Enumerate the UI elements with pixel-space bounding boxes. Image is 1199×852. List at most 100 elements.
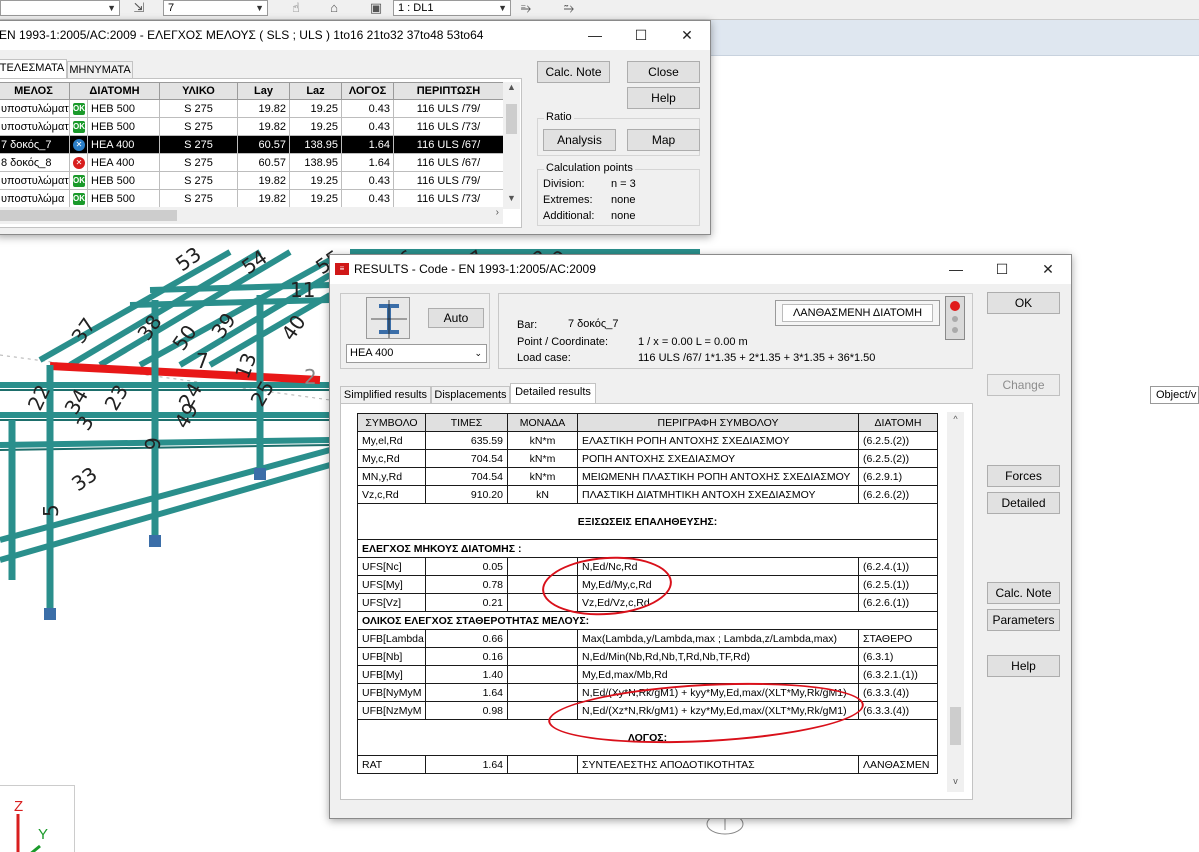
scroll-down-icon[interactable]: ▼ xyxy=(503,193,520,203)
members-vertical-scrollbar[interactable]: ▲ ▼ xyxy=(503,82,520,209)
tab-messages[interactable]: ΜΗΝΥΜΑΤΑ xyxy=(67,61,133,79)
point-value: 1 / x = 0.00 L = 0.00 m xyxy=(638,336,748,348)
load-display-icon[interactable]: ⥱ xyxy=(515,0,537,17)
load-display-2-icon[interactable]: ⥲ xyxy=(558,0,580,17)
results-vertical-scrollbar[interactable]: ^ v xyxy=(947,412,964,792)
scroll-up-icon[interactable]: ^ xyxy=(947,414,964,424)
value-cell: 0.21 xyxy=(425,593,508,612)
member-row[interactable]: 7 δοκός_7 ✕ HEA 400 S 275 60.57 138.95 1.64 116… xyxy=(0,135,504,154)
tab-detailed-results[interactable]: Detailed results xyxy=(510,383,596,403)
close-icon[interactable]: ✕ xyxy=(1025,255,1071,284)
help-button[interactable]: Help xyxy=(987,655,1060,677)
clause-cell: (6.2.6.(1)) xyxy=(858,593,938,612)
member-check-titlebar[interactable]: EN 1993-1:2005/AC:2009 - ΕΛΕΓΧΟΣ ΜΕΛΟΥΣ … xyxy=(0,21,710,50)
symbol-cell: UFB[NzMyM xyxy=(357,701,426,720)
ok-status-icon: OK xyxy=(73,174,85,187)
chevron-down-icon: ⌄ xyxy=(474,348,482,358)
case-cell: 116 ULS /79/ xyxy=(393,99,504,118)
description-cell: ΕΛΑΣΤΙΚΗ ΡΟΠΗ ΑΝΤΟΧΗΣ ΣΧΕΔΙΑΣΜΟΥ xyxy=(577,431,859,450)
members-horizontal-scrollbar[interactable]: › xyxy=(0,207,503,224)
section-cell: HEB 500 xyxy=(87,99,160,118)
scroll-up-icon[interactable]: ▲ xyxy=(503,82,520,92)
section-select[interactable]: HEA 400 ⌄ xyxy=(346,344,487,363)
parameters-button[interactable]: Parameters xyxy=(987,609,1060,631)
scroll-thumb[interactable] xyxy=(950,707,961,745)
symbol-cell: UFB[Lambda xyxy=(357,629,426,648)
value-cell: 704.54 xyxy=(425,467,508,486)
tab-displacements[interactable]: Displacements xyxy=(431,386,510,404)
ratio-cell: 1.64 xyxy=(341,153,394,172)
col-header-ratio[interactable]: ΛΟΓΟΣ xyxy=(341,82,394,100)
col-header-lay[interactable]: Lay xyxy=(237,82,290,100)
toolbar-combo-a[interactable]: ▼ xyxy=(0,0,120,16)
col-header-laz[interactable]: Laz xyxy=(289,82,342,100)
help-button[interactable]: Help xyxy=(627,87,700,109)
change-button[interactable]: Change xyxy=(987,374,1060,396)
map-button[interactable]: Map xyxy=(627,129,700,151)
hand-help-icon[interactable]: ☝ xyxy=(285,0,307,17)
description-cell: My,Ed,max/Mb,Rd xyxy=(577,665,859,684)
unit-cell: kN*m xyxy=(507,467,578,486)
unit-cell xyxy=(507,701,578,720)
ok-status-icon: OK xyxy=(73,192,85,205)
member-row[interactable]: υποστυλώματ OK HEB 500 S 275 19.82 19.25 0.43 1… xyxy=(0,99,504,118)
scroll-right-icon[interactable]: › xyxy=(496,207,499,218)
col-header-section[interactable]: ΔΙΑΤΟΜΗ xyxy=(69,82,160,100)
forces-button[interactable]: Forces xyxy=(987,465,1060,487)
member-name-cell: υποστυλώματ xyxy=(0,117,70,136)
symbol-cell: My,c,Rd xyxy=(357,449,426,468)
col-header-case[interactable]: ΠΕΡΙΠΤΩΣΗ xyxy=(393,82,504,100)
maximize-icon[interactable]: ☐ xyxy=(618,21,664,50)
ok-button[interactable]: OK xyxy=(987,292,1060,314)
ratio-cell: 0.43 xyxy=(341,189,394,208)
minimize-icon[interactable]: — xyxy=(572,21,618,50)
case-cell: 116 ULS /67/ xyxy=(393,135,504,154)
member-row[interactable]: 8 δοκός_8 ✕ HEA 400 S 275 60.57 138.95 1.64 116… xyxy=(0,153,504,172)
symbol-cell: UFB[NyMyM xyxy=(357,683,426,702)
auto-button[interactable]: Auto xyxy=(428,308,484,328)
load-case-select[interactable]: 1 : DL1 ▼ xyxy=(393,0,511,16)
results-titlebar[interactable]: ≡ RESULTS - Code - EN 1993-1:2005/AC:200… xyxy=(330,255,1071,284)
clause-cell: (6.3.2.1.(1)) xyxy=(858,665,938,684)
section-cell: HEA 400 xyxy=(87,153,160,172)
scroll-thumb[interactable] xyxy=(506,104,517,134)
model-tool-icon[interactable]: ▣ xyxy=(365,0,387,17)
close-icon[interactable]: ✕ xyxy=(664,21,710,50)
close-button[interactable]: Close xyxy=(627,61,700,83)
member-label-7: 7 xyxy=(196,349,209,373)
maximize-icon[interactable]: ☐ xyxy=(979,255,1025,284)
unit-cell xyxy=(507,593,578,612)
analysis-button[interactable]: Analysis xyxy=(543,129,616,151)
scroll-down-icon[interactable]: v xyxy=(947,776,964,786)
calc-note-button[interactable]: Calc. Note xyxy=(537,61,610,83)
symbol-cell: My,el,Rd xyxy=(357,431,426,450)
section-check-row: UFS[My] 0.78 My,Ed/My,c,Rd (6.2.5.(1)) xyxy=(357,575,938,594)
detailed-button[interactable]: Detailed xyxy=(987,492,1060,514)
member-row[interactable]: υποστυλώματ OK HEB 500 S 275 19.82 19.25 0.43 1… xyxy=(0,117,504,136)
clause-cell: (6.2.5.(2)) xyxy=(858,431,938,450)
resistance-row: My,el,Rd 635.59 kN*m ΕΛΑΣΤΙΚΗ ΡΟΠΗ ΑΝΤΟΧΗΣ … xyxy=(357,431,938,450)
results-table-header: ΣΥΜΒΟΛΟ ΤΙΜΕΣ ΜΟΝΑΔΑ ΠΕΡΙΓΡΑΦΗ ΣΥΜΒΟΛΟΥ ΔΙΑΤ… xyxy=(357,413,938,432)
structure-view-icon[interactable]: ⌂ xyxy=(323,0,345,17)
unit-cell: kN xyxy=(507,485,578,504)
h-scroll-thumb[interactable] xyxy=(0,210,177,221)
section-icon xyxy=(366,297,410,339)
members-table-header: ΜΕΛΟΣ ΔΙΑΤΟΜΗ ΥΛΙΚΟ Lay Laz ΛΟΓΟΣ ΠΕΡΙΠΤ… xyxy=(0,82,504,100)
resistance-row: My,c,Rd 704.54 kN*m ΡΟΠΗ ΑΝΤΟΧΗΣ ΣΧΕΔΙΑΣΜΟΥ… xyxy=(357,449,938,468)
pointer-tool-icon[interactable]: ⇲ xyxy=(128,0,150,17)
toolbar-combo-b[interactable]: 7 ▼ xyxy=(163,0,268,16)
col-header-material[interactable]: ΥΛΙΚΟ xyxy=(159,82,238,100)
section-cell: HEB 500 xyxy=(87,171,160,190)
tab-results[interactable]: ΤΕΛΕΣΜΑΤΑ xyxy=(0,59,67,79)
calc-note-button[interactable]: Calc. Note xyxy=(987,582,1060,604)
member-row[interactable]: υποστυλώματ OK HEB 500 S 275 19.82 19.25 0.43 1… xyxy=(0,171,504,190)
member-label-11: 11 xyxy=(290,278,315,302)
member-row[interactable]: υποστυλώμα OK HEB 500 S 275 19.82 19.25 0.43 11… xyxy=(0,189,504,208)
section-check-row: UFS[Nc] 0.05 N,Ed/Nc,Rd (6.2.4.(1)) xyxy=(357,557,938,576)
col-header-member[interactable]: ΜΕΛΟΣ xyxy=(0,82,70,100)
description-cell: N,Ed/(Xz*N,Rk/gM1) + kzy*My,Ed,max/(XLT*… xyxy=(577,701,859,720)
tab-simplified-results[interactable]: Simplified results xyxy=(340,386,431,404)
tab-label: ΤΕΛΕΣΜΑΤΑ xyxy=(0,62,65,74)
amber-light-icon xyxy=(952,316,958,322)
minimize-icon[interactable]: — xyxy=(933,255,979,284)
